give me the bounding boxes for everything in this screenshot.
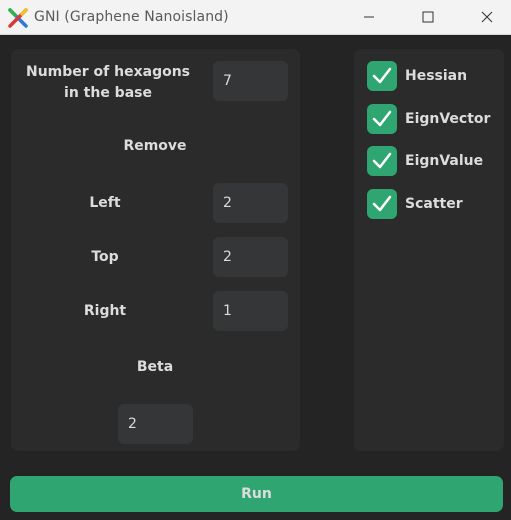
top-input[interactable]: 2 <box>213 237 288 277</box>
maximize-icon <box>422 11 434 23</box>
hessian-label: Hessian <box>405 68 468 84</box>
app-x-icon <box>8 8 28 28</box>
hexagons-label: Number of hexagons in the base <box>25 64 191 101</box>
right-input[interactable]: 1 <box>213 291 288 331</box>
remove-label: Remove <box>123 138 187 154</box>
top-label: Top <box>91 249 119 265</box>
checkmark-icon <box>372 110 392 127</box>
eignvector-label: EignVector <box>405 111 491 127</box>
maximize-button[interactable] <box>405 0 451 34</box>
eignvalue-label: EignValue <box>405 153 484 169</box>
minimize-icon <box>364 16 374 18</box>
checkmark-icon <box>372 67 392 84</box>
minimize-button[interactable] <box>346 0 392 34</box>
title-bar: GNI (Graphene Nanoisland) <box>0 0 511 35</box>
window-title: GNI (Graphene Nanoisland) <box>34 9 229 25</box>
hexagons-input[interactable]: 7 <box>213 61 288 101</box>
left-label: Left <box>89 195 121 211</box>
left-input[interactable]: 2 <box>213 183 288 223</box>
checkmark-icon <box>372 152 392 169</box>
close-button[interactable] <box>464 0 510 34</box>
close-icon <box>481 11 493 23</box>
beta-label: Beta <box>136 359 174 375</box>
hessian-checkbox[interactable] <box>367 61 397 91</box>
eignvalue-checkbox[interactable] <box>367 146 397 176</box>
run-button[interactable]: Run <box>10 476 503 512</box>
eignvector-checkbox[interactable] <box>367 104 397 134</box>
scatter-checkbox[interactable] <box>367 189 397 219</box>
scatter-label: Scatter <box>405 196 463 212</box>
beta-input[interactable]: 2 <box>118 404 193 444</box>
right-label: Right <box>83 303 127 319</box>
checkmark-icon <box>372 195 392 212</box>
